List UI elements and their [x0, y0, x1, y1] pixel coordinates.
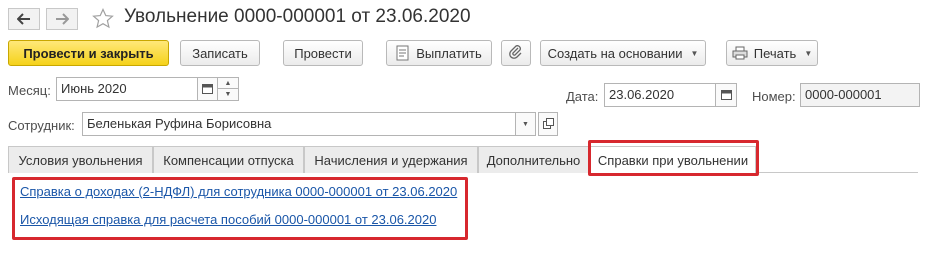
chevron-down-icon: ▼ — [804, 48, 813, 58]
save-label: Записать — [192, 45, 248, 61]
tab-accruals-deductions[interactable]: Начисления и удержания — [304, 146, 478, 173]
back-button[interactable] — [8, 8, 40, 30]
month-calendar-button[interactable] — [197, 77, 218, 101]
number-label: Номер: — [752, 89, 796, 104]
spin-up-icon: ▲ — [224, 79, 232, 87]
date-calendar-button[interactable] — [715, 83, 737, 107]
tab-label: Начисления и удержания — [314, 152, 468, 168]
back-arrow-icon — [17, 13, 31, 25]
calendar-icon — [202, 82, 213, 97]
post-and-close-button[interactable]: Провести и закрыть — [8, 40, 169, 66]
month-field[interactable]: Июнь 2020 — [56, 77, 198, 101]
spin-down-icon: ▼ — [224, 91, 232, 98]
post-and-close-label: Провести и закрыть — [23, 45, 154, 61]
forward-button[interactable] — [46, 8, 78, 30]
month-label: Месяц: — [8, 83, 51, 98]
tab-label: Условия увольнения — [18, 152, 143, 168]
calendar-icon — [720, 88, 732, 103]
date-field[interactable]: 23.06.2020 — [604, 83, 716, 107]
post-label: Провести — [294, 45, 352, 61]
forward-arrow-icon — [55, 13, 69, 25]
paperclip-icon — [509, 44, 523, 62]
pay-document-icon — [396, 45, 410, 61]
active-tab-highlight — [588, 140, 759, 176]
print-button[interactable]: Печать ▼ — [726, 40, 818, 66]
save-button[interactable]: Записать — [180, 40, 260, 66]
employee-open-button[interactable] — [538, 112, 558, 136]
tab-label: Дополнительно — [486, 152, 581, 168]
benefits-certificate-link[interactable]: Исходящая справка для расчета пособий 00… — [20, 212, 436, 227]
favorite-star-icon[interactable] — [92, 8, 114, 30]
dropdown-icon: ▼ — [522, 120, 529, 128]
pay-label: Выплатить — [416, 45, 482, 61]
employee-label: Сотрудник: — [8, 118, 75, 133]
printer-icon — [732, 46, 748, 60]
open-icon — [542, 117, 554, 132]
employee-dropdown-button[interactable]: ▼ — [515, 112, 536, 136]
number-field: 0000-000001 — [800, 83, 920, 107]
date-label: Дата: — [566, 89, 599, 104]
tab-label: Компенсации отпуска — [163, 152, 294, 168]
month-spin-down-button[interactable]: ▼ — [217, 88, 239, 101]
create-based-on-button[interactable]: Создать на основании ▼ — [540, 40, 706, 66]
create-based-on-label: Создать на основании — [547, 45, 683, 61]
tab-vacation-compensation[interactable]: Компенсации отпуска — [153, 146, 304, 173]
pay-button[interactable]: Выплатить — [386, 40, 492, 66]
tab-additional[interactable]: Дополнительно — [478, 146, 589, 173]
print-label: Печать — [753, 45, 797, 61]
tab-dismissal-conditions[interactable]: Условия увольнения — [8, 146, 153, 173]
post-button[interactable]: Провести — [283, 40, 363, 66]
chevron-down-icon: ▼ — [690, 48, 699, 58]
attachments-button[interactable] — [501, 40, 531, 66]
employee-field[interactable]: Беленькая Руфина Борисовна — [82, 112, 516, 136]
window-title: Увольнение 0000-000001 от 23.06.2020 — [124, 6, 471, 27]
income-certificate-link[interactable]: Справка о доходах (2-НДФЛ) для сотрудник… — [20, 184, 457, 199]
